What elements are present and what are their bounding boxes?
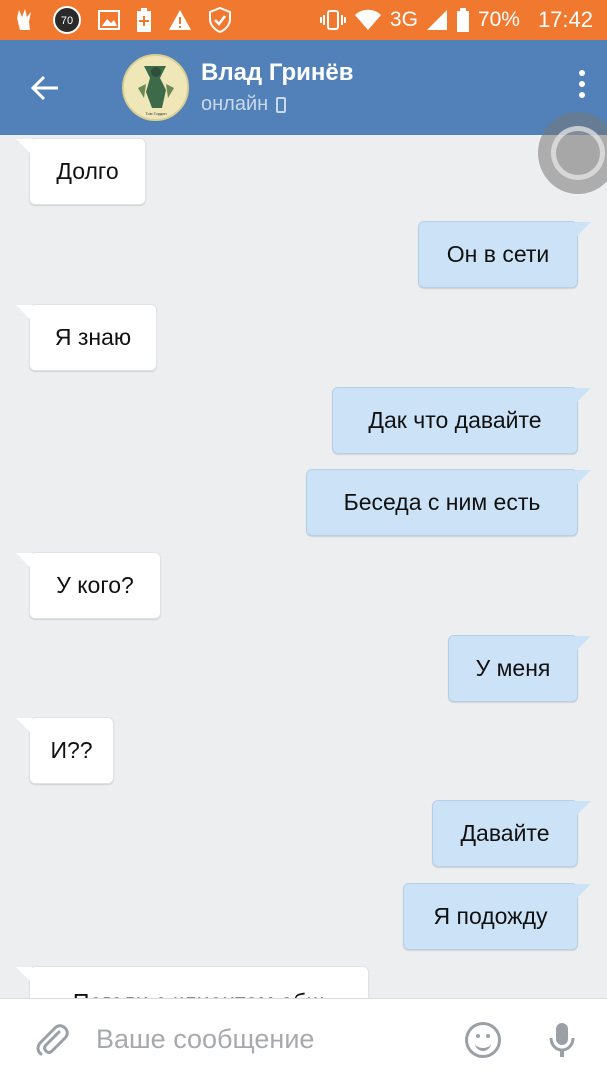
message-input[interactable]: Ваше сообщение: [82, 1024, 465, 1055]
message-text: И??: [50, 737, 93, 763]
message-bubble-incoming[interactable]: Я знаю: [16, 304, 157, 371]
battery-percent: 70%: [477, 8, 520, 31]
message-text: Я знаю: [54, 324, 132, 350]
paperclip-icon: [36, 1023, 69, 1055]
avatar[interactable]: Том Гордон: [122, 54, 189, 121]
warning-icon: [168, 9, 192, 31]
image-icon: [98, 10, 120, 30]
message-text: Дак что давайте: [368, 407, 542, 433]
dot-icon: [579, 92, 585, 98]
notification-count-badge: 70: [52, 5, 82, 35]
contact-status: онлайн: [201, 93, 354, 116]
dot-icon: [579, 70, 585, 76]
vibrate-icon: [319, 9, 346, 31]
chat-header: Том Гордон Влад Гринёв онлайн: [0, 40, 607, 135]
voice-message-button[interactable]: [549, 1022, 575, 1058]
mobile-phone-icon: [276, 96, 287, 113]
message-text: Он в сети: [446, 241, 550, 267]
attach-button[interactable]: [22, 1022, 82, 1058]
message-text: Я подожду: [433, 903, 548, 929]
network-type: 3G: [389, 8, 418, 31]
message-bubble-incoming[interactable]: Погоди с клиентом общ: [16, 966, 369, 998]
message-bubble-outgoing[interactable]: Дак что давайте: [332, 387, 591, 454]
back-button[interactable]: [0, 40, 90, 135]
shield-check-icon: [208, 7, 232, 33]
signal-icon: [426, 9, 448, 31]
message-bubble-outgoing[interactable]: У меня: [448, 635, 591, 702]
arrow-left-icon: [30, 75, 58, 100]
message-text: У кого?: [56, 572, 134, 598]
svg-text:70: 70: [61, 15, 73, 27]
message-text: Погоди с клиентом общ: [73, 989, 325, 998]
message-bubble-outgoing[interactable]: Беседа с ним есть: [306, 469, 591, 536]
battery-alert-icon: [136, 8, 152, 32]
message-bubble-incoming[interactable]: У кого?: [16, 552, 161, 619]
message-text: У меня: [475, 655, 551, 681]
message-text: Беседа с ним есть: [343, 489, 541, 515]
clock: 17:42: [537, 7, 593, 32]
contact-name[interactable]: Влад Гринёв: [201, 59, 354, 87]
svg-text:Том Гордон: Том Гордон: [145, 111, 166, 116]
emoji-button[interactable]: [465, 1021, 501, 1058]
status-bar: 70 3G 70% 17:42: [0, 0, 607, 40]
message-text: Давайте: [460, 820, 550, 846]
message-text: Долго: [56, 158, 119, 184]
more-options-button[interactable]: [579, 70, 585, 98]
contact-status-text: онлайн: [201, 93, 269, 115]
message-bubble-outgoing[interactable]: Он в сети: [418, 221, 591, 288]
microphone-icon: [549, 1022, 575, 1057]
message-list[interactable]: Долго Он в сети Я знаю Дак что давайте Б…: [0, 135, 607, 998]
message-bubble-incoming[interactable]: Долго: [16, 138, 146, 205]
message-bubble-outgoing[interactable]: Давайте: [432, 800, 591, 867]
message-bubble-outgoing[interactable]: Я подожду: [403, 883, 591, 950]
dot-icon: [579, 81, 585, 87]
hand-gesture-icon: [14, 8, 36, 32]
message-bubble-incoming[interactable]: И??: [16, 717, 114, 784]
assistive-touch-ring: [551, 126, 605, 180]
wifi-icon: [354, 9, 382, 31]
message-composer: Ваше сообщение: [0, 998, 607, 1080]
battery-icon: [456, 8, 470, 32]
